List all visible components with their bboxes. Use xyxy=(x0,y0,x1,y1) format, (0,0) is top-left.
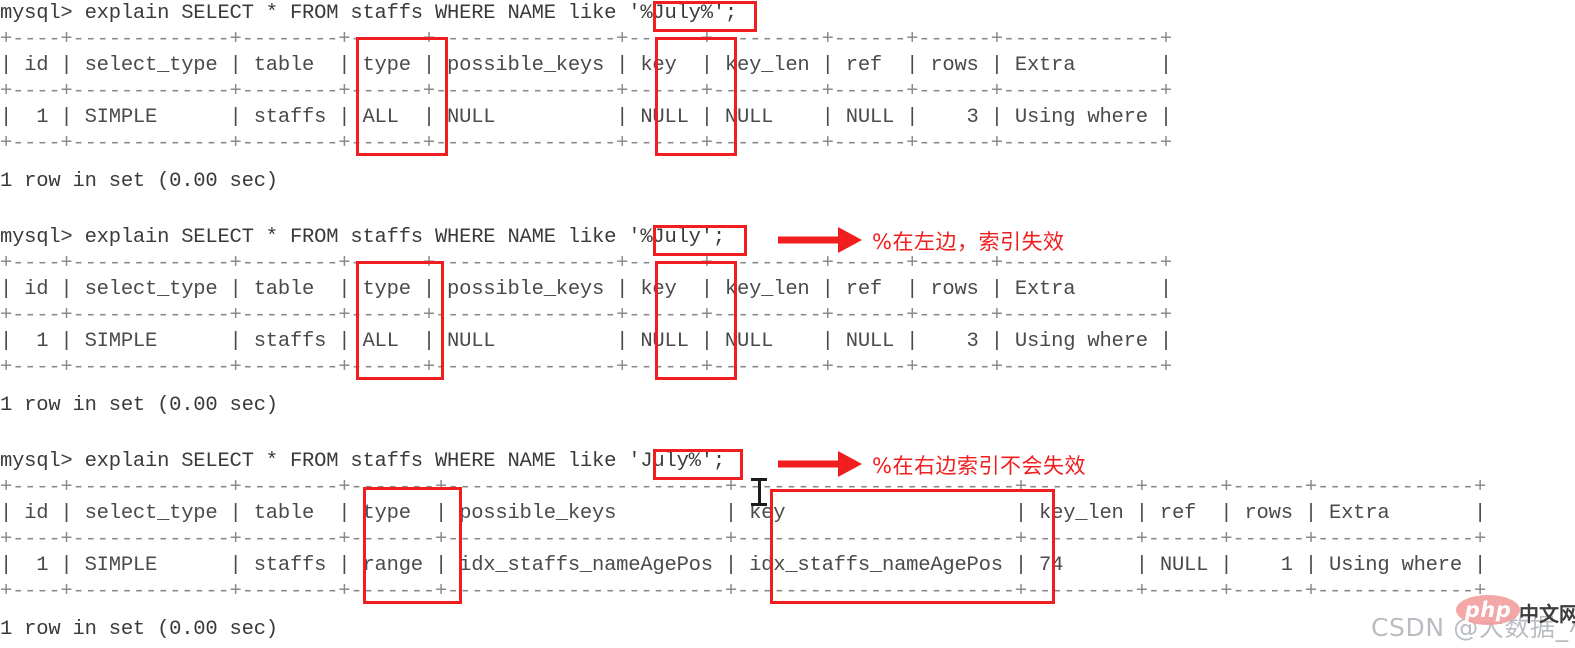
prompt-line-1: mysql> explain SELECT * FROM staffs WHER… xyxy=(0,2,738,25)
prompt-line-2: mysql> explain SELECT * FROM staffs WHER… xyxy=(0,226,725,249)
table-rule-top-1: +----+-------------+--------+------+----… xyxy=(0,28,1172,51)
php-chinese-watermark: 中文网 xyxy=(1519,602,1575,626)
table-rule-top-3: +----+-------------+--------+-------+---… xyxy=(0,476,1487,499)
table-row-1: | 1 | SIMPLE | staffs | ALL | NULL | NUL… xyxy=(0,106,1172,129)
terminal-screenshot: mysql> explain SELECT * FROM staffs WHER… xyxy=(0,0,1575,648)
table-row-2: | 1 | SIMPLE | staffs | ALL | NULL | NUL… xyxy=(0,330,1172,353)
annotation-arrow-left xyxy=(778,224,862,256)
table-rule-mid-1: +----+-------------+--------+------+----… xyxy=(0,80,1172,103)
php-logo-icon: php xyxy=(1456,595,1520,625)
table-rule-bot-3: +----+-------------+--------+-------+---… xyxy=(0,580,1487,603)
prompt-line-3: mysql> explain SELECT * FROM staffs WHER… xyxy=(0,450,725,473)
table-rule-bot-2: +----+-------------+--------+------+----… xyxy=(0,356,1172,379)
result-footer-3: 1 row in set (0.00 sec) xyxy=(0,618,278,641)
table-rule-mid-2: +----+-------------+--------+------+----… xyxy=(0,304,1172,327)
table-header-3: | id | select_type | table | type | poss… xyxy=(0,502,1487,525)
result-footer-1: 1 row in set (0.00 sec) xyxy=(0,170,278,193)
php-logo-text: php xyxy=(1464,598,1512,622)
text-cursor-icon xyxy=(751,477,767,507)
annotation-note-right: %在右边索引不会失效 xyxy=(872,454,1086,478)
table-rule-bot-1: +----+-------------+--------+------+----… xyxy=(0,132,1172,155)
annotation-arrow-right xyxy=(778,448,862,480)
table-rule-mid-3: +----+-------------+--------+-------+---… xyxy=(0,528,1487,551)
result-footer-2: 1 row in set (0.00 sec) xyxy=(0,394,278,417)
annotation-note-left: %在左边，索引失效 xyxy=(872,230,1065,254)
table-row-3: | 1 | SIMPLE | staffs | range | idx_staf… xyxy=(0,554,1487,577)
table-header-2: | id | select_type | table | type | poss… xyxy=(0,278,1172,301)
table-header-1: | id | select_type | table | type | poss… xyxy=(0,54,1172,77)
